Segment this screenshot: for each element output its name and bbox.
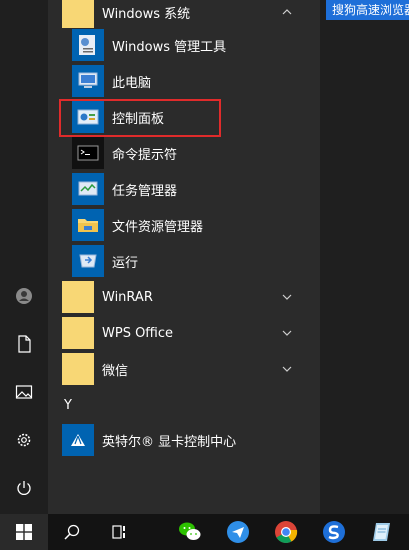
chevron-down-icon (282, 330, 292, 336)
document-icon (18, 335, 31, 353)
app-windows-admin-tools[interactable]: Windows 管理工具 (72, 27, 312, 63)
task-view-button[interactable] (96, 514, 144, 550)
task-view-icon (112, 525, 125, 539)
notepad-icon (373, 523, 390, 541)
section-letter-y[interactable]: Y (64, 398, 72, 413)
chevron-down-icon (282, 294, 292, 300)
group-windows-system[interactable]: Windows 系统 (62, 0, 312, 30)
wechat-icon (179, 522, 201, 540)
power-icon (17, 481, 31, 495)
taskbar-notepad-app[interactable] (358, 514, 406, 550)
file-explorer-icon (72, 209, 104, 241)
computer-icon (72, 65, 104, 97)
paper-plane-icon (227, 521, 249, 543)
highlight-box (59, 99, 221, 137)
tile-sogou-browser[interactable]: 搜狗高速浏览器 (326, 0, 409, 20)
admin-tools-icon (72, 29, 104, 61)
app-run[interactable]: 运行 (72, 243, 312, 279)
group-windows-system-label: Windows 系统 (102, 6, 191, 22)
app-list: Windows 系统 Windows 管理工具 此电脑 控制面板 命令提示符 任… (48, 0, 365, 514)
folder-winrar[interactable]: WinRAR (62, 279, 312, 315)
app-this-pc[interactable]: 此电脑 (72, 63, 312, 99)
sogou-browser-icon (323, 521, 345, 543)
folder-icon (62, 0, 94, 28)
user-icon (16, 288, 32, 304)
chevron-down-icon (282, 366, 292, 372)
command-prompt-icon (72, 137, 104, 169)
taskbar-wechat[interactable] (166, 514, 214, 550)
intel-graphics-icon (62, 424, 94, 456)
app-intel-graphics[interactable]: 英特尔® 显卡控制中心 (62, 422, 312, 458)
app-task-manager-label: 任务管理器 (112, 183, 178, 199)
taskbar-sogou-browser[interactable] (310, 514, 358, 550)
run-icon (72, 245, 104, 277)
app-windows-admin-tools-label: Windows 管理工具 (112, 39, 227, 55)
taskbar-chrome[interactable] (262, 514, 310, 550)
folder-wechat[interactable]: 微信 (62, 351, 312, 387)
taskbar-feishu[interactable] (214, 514, 262, 550)
app-this-pc-label: 此电脑 (112, 75, 152, 91)
folder-icon (62, 281, 94, 313)
app-run-label: 运行 (112, 255, 139, 271)
start-button[interactable] (0, 514, 48, 550)
app-intel-graphics-label: 英特尔® 显卡控制中心 (102, 434, 237, 450)
folder-icon (62, 353, 94, 385)
power-button[interactable] (0, 464, 48, 512)
app-task-manager[interactable]: 任务管理器 (72, 171, 312, 207)
taskbar (0, 514, 409, 550)
left-rail (0, 0, 48, 514)
folder-wps-office-label: WPS Office (102, 325, 174, 341)
pictures-button[interactable] (0, 368, 48, 416)
folder-winrar-label: WinRAR (102, 289, 153, 305)
folder-wps-office[interactable]: WPS Office (62, 315, 312, 351)
windows-logo-icon (16, 524, 32, 540)
app-file-explorer-label: 文件资源管理器 (112, 219, 204, 235)
search-icon (64, 524, 80, 540)
tile-sogou-browser-label: 搜狗高速浏览器 (332, 3, 409, 17)
chevron-up-icon (282, 9, 292, 15)
folder-icon (62, 317, 94, 349)
app-command-prompt-label: 命令提示符 (112, 147, 178, 163)
user-account-button[interactable] (0, 272, 48, 320)
task-manager-icon (72, 173, 104, 205)
search-button[interactable] (48, 514, 96, 550)
app-file-explorer[interactable]: 文件资源管理器 (72, 207, 312, 243)
chrome-icon (275, 521, 298, 543)
gear-icon (17, 433, 31, 447)
app-command-prompt[interactable]: 命令提示符 (72, 135, 312, 171)
tiles-area (320, 0, 409, 514)
folder-wechat-label: 微信 (102, 363, 129, 379)
documents-button[interactable] (0, 320, 48, 368)
settings-button[interactable] (0, 416, 48, 464)
picture-icon (15, 385, 33, 399)
